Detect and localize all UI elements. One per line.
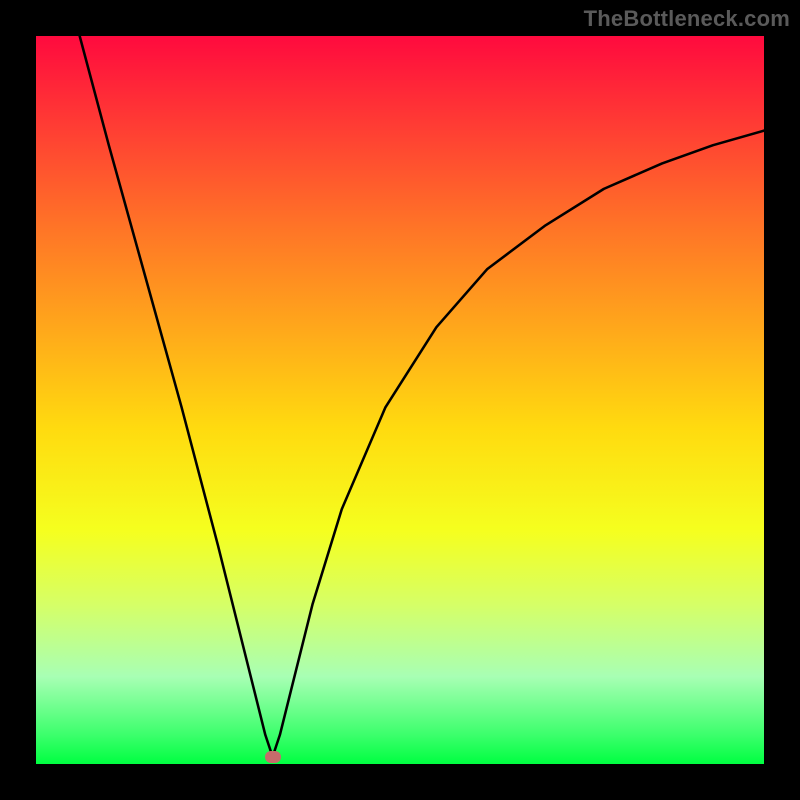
- optimal-point-marker: [265, 751, 281, 763]
- watermark-text: TheBottleneck.com: [584, 6, 790, 32]
- bottleneck-curve: [36, 36, 764, 764]
- chart-frame: TheBottleneck.com: [0, 0, 800, 800]
- plot-area: [36, 36, 764, 764]
